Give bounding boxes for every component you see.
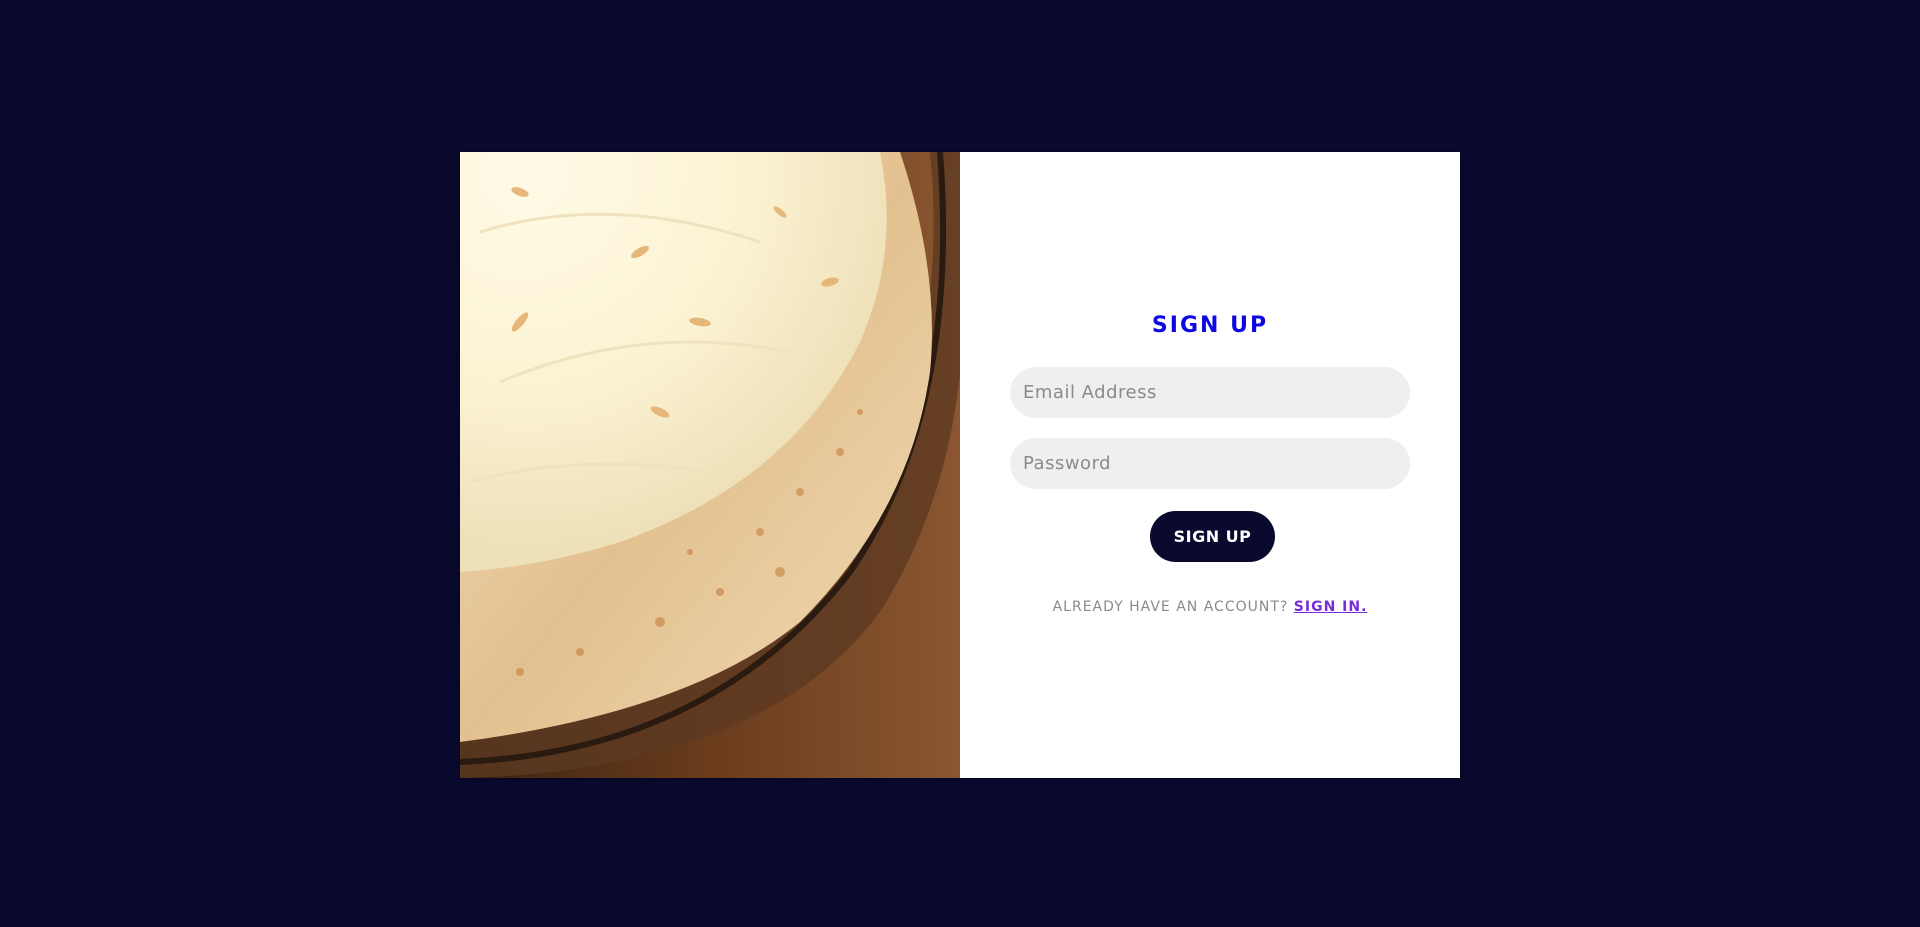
signin-prompt: ALREADY HAVE AN ACCOUNT? SIGN IN. [960,599,1460,615]
signup-form: SIGN UP SIGN UP ALREADY HAVE AN ACCOUNT?… [960,152,1460,778]
signin-link[interactable]: SIGN IN. [1294,599,1368,615]
signin-prompt-text: ALREADY HAVE AN ACCOUNT? [1052,599,1294,615]
form-title: SIGN UP [1151,313,1269,338]
signup-card: SIGN UP SIGN UP ALREADY HAVE AN ACCOUNT?… [460,152,1460,778]
password-field[interactable] [1010,438,1410,489]
cake-photo [460,152,960,778]
email-field[interactable] [1010,367,1410,418]
signup-button[interactable]: SIGN UP [1150,511,1275,562]
